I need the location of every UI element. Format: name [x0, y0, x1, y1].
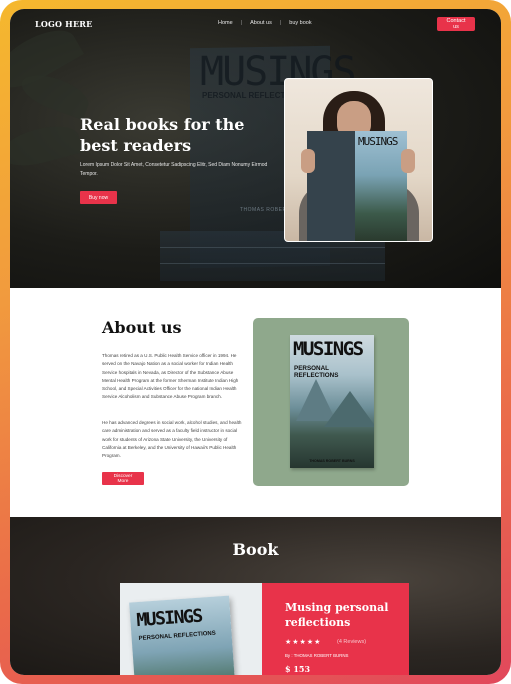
- screen: MUSINGS PERSONAL REFLECTIONS THOMAS ROBE…: [10, 9, 501, 675]
- about-section: About us Thomas retired as a U.S. Public…: [10, 288, 501, 517]
- photo-book-back: [307, 131, 355, 241]
- hero-text: Lorem Ipsum Dolor Sit Amet, Consetetur S…: [80, 162, 268, 177]
- book-name[interactable]: Musing personal reflections: [285, 600, 405, 630]
- rating-stars: ★★★★★: [285, 639, 322, 646]
- book-section: Book MUSINGS PERSONAL REFLECTIONS Musing…: [10, 517, 501, 675]
- nav-separator: |: [240, 20, 243, 26]
- plant-leaf: [16, 67, 94, 121]
- top-nav: LOGO HERE Home | About us | buy book Con…: [10, 9, 501, 39]
- book-author: By : THOMAS ROBERT BURNS: [285, 653, 349, 658]
- review-count[interactable]: (4 Reviews): [337, 639, 366, 645]
- book-section-title: Book: [232, 540, 279, 559]
- photo-book-front: MUSINGS: [355, 131, 407, 241]
- book-stack-line: [160, 263, 385, 264]
- discover-more-button[interactable]: Discover More: [102, 472, 144, 485]
- about-cover-title: MUSINGS: [293, 338, 364, 360]
- buy-now-button[interactable]: Buy now: [80, 191, 117, 204]
- photo-hand-right: [401, 149, 415, 173]
- photo-book: MUSINGS: [307, 131, 407, 241]
- about-title: About us: [102, 318, 182, 337]
- photo-hand-left: [301, 149, 315, 173]
- reader-photo: MUSINGS: [284, 78, 433, 242]
- nav-link-home[interactable]: Home: [218, 20, 233, 26]
- hero-title: Real books for the best readers: [80, 115, 245, 155]
- book-price: $ 153: [285, 664, 311, 674]
- book-cover-subtitle: PERSONAL REFLECTIONS: [138, 630, 216, 643]
- about-cover-author: THOMAS ROBERT BURNS: [309, 459, 355, 463]
- about-paragraph-2: He has advanced degrees in social work, …: [102, 420, 242, 459]
- cover-mountain: [324, 391, 374, 427]
- book-stack-line: [160, 247, 385, 248]
- nav-menu: Home | About us | buy book: [218, 20, 312, 26]
- about-cover-subtitle: PERSONAL REFLECTIONS: [294, 365, 339, 379]
- book-cover-title: MUSINGS: [135, 605, 203, 632]
- book-cover[interactable]: MUSINGS PERSONAL REFLECTIONS: [129, 595, 235, 675]
- nav-link-buy-book[interactable]: buy book: [289, 20, 311, 26]
- about-book-cover: MUSINGS PERSONAL REFLECTIONS THOMAS ROBE…: [290, 335, 374, 468]
- about-paragraph-1: Thomas retired as a U.S. Public Health S…: [102, 353, 239, 400]
- book-info-panel: Musing personal reflections ★★★★★ (4 Rev…: [262, 583, 409, 675]
- nav-separator: |: [279, 20, 282, 26]
- about-book-card: MUSINGS PERSONAL REFLECTIONS THOMAS ROBE…: [253, 318, 409, 486]
- hero-section: MUSINGS PERSONAL REFLECTIONS THOMAS ROBE…: [10, 9, 501, 288]
- contact-button[interactable]: Contact us: [437, 17, 475, 31]
- plant-leaf: [10, 119, 84, 173]
- nav-link-about[interactable]: About us: [250, 20, 272, 26]
- logo[interactable]: LOGO HERE: [35, 19, 92, 29]
- photo-book-title: MUSINGS: [358, 135, 398, 148]
